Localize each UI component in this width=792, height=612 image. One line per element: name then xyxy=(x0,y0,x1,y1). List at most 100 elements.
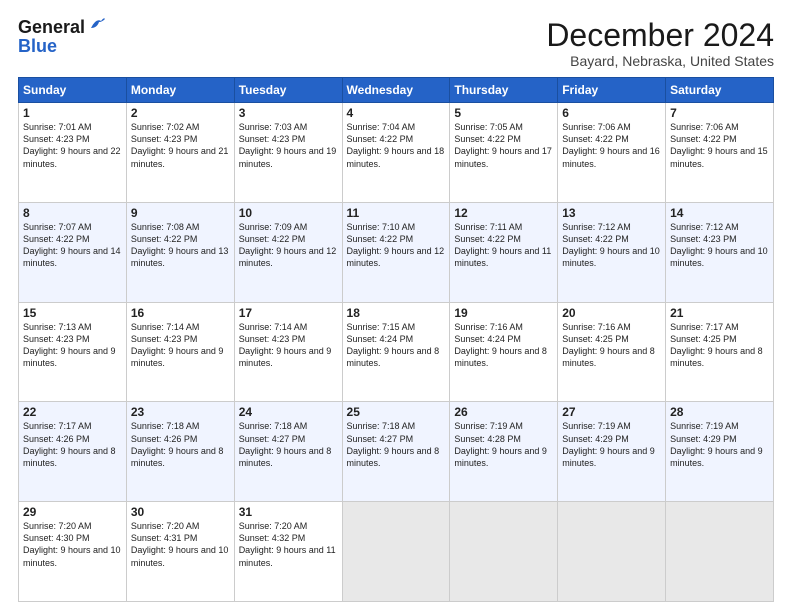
day-number: 23 xyxy=(131,405,230,419)
cell-details: Sunrise: 7:16 AM Sunset: 4:24 PM Dayligh… xyxy=(454,321,553,370)
day-number: 21 xyxy=(670,306,769,320)
cell-details: Sunrise: 7:10 AM Sunset: 4:22 PM Dayligh… xyxy=(347,221,446,270)
day-number: 26 xyxy=(454,405,553,419)
day-number: 18 xyxy=(347,306,446,320)
cell-details: Sunrise: 7:17 AM Sunset: 4:26 PM Dayligh… xyxy=(23,420,122,469)
cell-details: Sunrise: 7:17 AM Sunset: 4:25 PM Dayligh… xyxy=(670,321,769,370)
cell-details: Sunrise: 7:20 AM Sunset: 4:30 PM Dayligh… xyxy=(23,520,122,569)
day-number: 2 xyxy=(131,106,230,120)
cell-details: Sunrise: 7:02 AM Sunset: 4:23 PM Dayligh… xyxy=(131,121,230,170)
logo: General Blue xyxy=(18,18,85,56)
day-number: 6 xyxy=(562,106,661,120)
day-number: 3 xyxy=(239,106,338,120)
calendar-week-row: 15 Sunrise: 7:13 AM Sunset: 4:23 PM Dayl… xyxy=(19,302,774,402)
cell-details: Sunrise: 7:18 AM Sunset: 4:27 PM Dayligh… xyxy=(239,420,338,469)
calendar-cell: 31 Sunrise: 7:20 AM Sunset: 4:32 PM Dayl… xyxy=(234,502,342,602)
cell-details: Sunrise: 7:15 AM Sunset: 4:24 PM Dayligh… xyxy=(347,321,446,370)
cell-details: Sunrise: 7:03 AM Sunset: 4:23 PM Dayligh… xyxy=(239,121,338,170)
col-wednesday: Wednesday xyxy=(342,78,450,103)
day-number: 25 xyxy=(347,405,446,419)
calendar-cell: 12 Sunrise: 7:11 AM Sunset: 4:22 PM Dayl… xyxy=(450,202,558,302)
col-monday: Monday xyxy=(126,78,234,103)
cell-details: Sunrise: 7:06 AM Sunset: 4:22 PM Dayligh… xyxy=(562,121,661,170)
calendar-cell: 23 Sunrise: 7:18 AM Sunset: 4:26 PM Dayl… xyxy=(126,402,234,502)
calendar-cell: 22 Sunrise: 7:17 AM Sunset: 4:26 PM Dayl… xyxy=(19,402,127,502)
cell-details: Sunrise: 7:04 AM Sunset: 4:22 PM Dayligh… xyxy=(347,121,446,170)
col-friday: Friday xyxy=(558,78,666,103)
cell-details: Sunrise: 7:14 AM Sunset: 4:23 PM Dayligh… xyxy=(239,321,338,370)
day-number: 8 xyxy=(23,206,122,220)
day-number: 15 xyxy=(23,306,122,320)
cell-details: Sunrise: 7:05 AM Sunset: 4:22 PM Dayligh… xyxy=(454,121,553,170)
day-number: 28 xyxy=(670,405,769,419)
calendar-cell: 15 Sunrise: 7:13 AM Sunset: 4:23 PM Dayl… xyxy=(19,302,127,402)
header: General Blue December 2024 Bayard, Nebra… xyxy=(18,18,774,69)
day-number: 12 xyxy=(454,206,553,220)
cell-details: Sunrise: 7:11 AM Sunset: 4:22 PM Dayligh… xyxy=(454,221,553,270)
calendar-cell: 21 Sunrise: 7:17 AM Sunset: 4:25 PM Dayl… xyxy=(666,302,774,402)
calendar-cell: 9 Sunrise: 7:08 AM Sunset: 4:22 PM Dayli… xyxy=(126,202,234,302)
calendar-week-row: 8 Sunrise: 7:07 AM Sunset: 4:22 PM Dayli… xyxy=(19,202,774,302)
cell-details: Sunrise: 7:20 AM Sunset: 4:32 PM Dayligh… xyxy=(239,520,338,569)
day-number: 22 xyxy=(23,405,122,419)
cell-details: Sunrise: 7:06 AM Sunset: 4:22 PM Dayligh… xyxy=(670,121,769,170)
day-number: 14 xyxy=(670,206,769,220)
calendar-cell xyxy=(450,502,558,602)
cell-details: Sunrise: 7:19 AM Sunset: 4:28 PM Dayligh… xyxy=(454,420,553,469)
day-number: 16 xyxy=(131,306,230,320)
title-block: December 2024 Bayard, Nebraska, United S… xyxy=(546,18,774,69)
day-number: 29 xyxy=(23,505,122,519)
cell-details: Sunrise: 7:16 AM Sunset: 4:25 PM Dayligh… xyxy=(562,321,661,370)
day-number: 17 xyxy=(239,306,338,320)
col-tuesday: Tuesday xyxy=(234,78,342,103)
cell-details: Sunrise: 7:09 AM Sunset: 4:22 PM Dayligh… xyxy=(239,221,338,270)
page-title: December 2024 xyxy=(546,18,774,53)
day-number: 27 xyxy=(562,405,661,419)
calendar-cell: 1 Sunrise: 7:01 AM Sunset: 4:23 PM Dayli… xyxy=(19,103,127,203)
calendar-cell: 25 Sunrise: 7:18 AM Sunset: 4:27 PM Dayl… xyxy=(342,402,450,502)
calendar-week-row: 29 Sunrise: 7:20 AM Sunset: 4:30 PM Dayl… xyxy=(19,502,774,602)
calendar-cell: 24 Sunrise: 7:18 AM Sunset: 4:27 PM Dayl… xyxy=(234,402,342,502)
calendar-cell: 6 Sunrise: 7:06 AM Sunset: 4:22 PM Dayli… xyxy=(558,103,666,203)
cell-details: Sunrise: 7:08 AM Sunset: 4:22 PM Dayligh… xyxy=(131,221,230,270)
calendar-cell: 16 Sunrise: 7:14 AM Sunset: 4:23 PM Dayl… xyxy=(126,302,234,402)
cell-details: Sunrise: 7:13 AM Sunset: 4:23 PM Dayligh… xyxy=(23,321,122,370)
calendar-table: Sunday Monday Tuesday Wednesday Thursday… xyxy=(18,77,774,602)
day-number: 9 xyxy=(131,206,230,220)
calendar-week-row: 22 Sunrise: 7:17 AM Sunset: 4:26 PM Dayl… xyxy=(19,402,774,502)
calendar-week-row: 1 Sunrise: 7:01 AM Sunset: 4:23 PM Dayli… xyxy=(19,103,774,203)
col-sunday: Sunday xyxy=(19,78,127,103)
cell-details: Sunrise: 7:12 AM Sunset: 4:22 PM Dayligh… xyxy=(562,221,661,270)
calendar-cell xyxy=(342,502,450,602)
day-number: 4 xyxy=(347,106,446,120)
cell-details: Sunrise: 7:19 AM Sunset: 4:29 PM Dayligh… xyxy=(670,420,769,469)
day-number: 13 xyxy=(562,206,661,220)
calendar-cell: 10 Sunrise: 7:09 AM Sunset: 4:22 PM Dayl… xyxy=(234,202,342,302)
cell-details: Sunrise: 7:18 AM Sunset: 4:26 PM Dayligh… xyxy=(131,420,230,469)
day-number: 19 xyxy=(454,306,553,320)
calendar-cell: 29 Sunrise: 7:20 AM Sunset: 4:30 PM Dayl… xyxy=(19,502,127,602)
day-number: 24 xyxy=(239,405,338,419)
calendar-cell xyxy=(666,502,774,602)
page-subtitle: Bayard, Nebraska, United States xyxy=(546,53,774,69)
calendar-cell: 7 Sunrise: 7:06 AM Sunset: 4:22 PM Dayli… xyxy=(666,103,774,203)
day-number: 20 xyxy=(562,306,661,320)
cell-details: Sunrise: 7:12 AM Sunset: 4:23 PM Dayligh… xyxy=(670,221,769,270)
cell-details: Sunrise: 7:20 AM Sunset: 4:31 PM Dayligh… xyxy=(131,520,230,569)
calendar-cell: 18 Sunrise: 7:15 AM Sunset: 4:24 PM Dayl… xyxy=(342,302,450,402)
cell-details: Sunrise: 7:19 AM Sunset: 4:29 PM Dayligh… xyxy=(562,420,661,469)
calendar-cell: 30 Sunrise: 7:20 AM Sunset: 4:31 PM Dayl… xyxy=(126,502,234,602)
col-saturday: Saturday xyxy=(666,78,774,103)
cell-details: Sunrise: 7:18 AM Sunset: 4:27 PM Dayligh… xyxy=(347,420,446,469)
calendar-cell: 5 Sunrise: 7:05 AM Sunset: 4:22 PM Dayli… xyxy=(450,103,558,203)
day-number: 5 xyxy=(454,106,553,120)
calendar-cell: 27 Sunrise: 7:19 AM Sunset: 4:29 PM Dayl… xyxy=(558,402,666,502)
calendar-cell: 28 Sunrise: 7:19 AM Sunset: 4:29 PM Dayl… xyxy=(666,402,774,502)
calendar-cell xyxy=(558,502,666,602)
cell-details: Sunrise: 7:01 AM Sunset: 4:23 PM Dayligh… xyxy=(23,121,122,170)
cell-details: Sunrise: 7:14 AM Sunset: 4:23 PM Dayligh… xyxy=(131,321,230,370)
calendar-cell: 20 Sunrise: 7:16 AM Sunset: 4:25 PM Dayl… xyxy=(558,302,666,402)
day-number: 11 xyxy=(347,206,446,220)
day-number: 1 xyxy=(23,106,122,120)
cell-details: Sunrise: 7:07 AM Sunset: 4:22 PM Dayligh… xyxy=(23,221,122,270)
